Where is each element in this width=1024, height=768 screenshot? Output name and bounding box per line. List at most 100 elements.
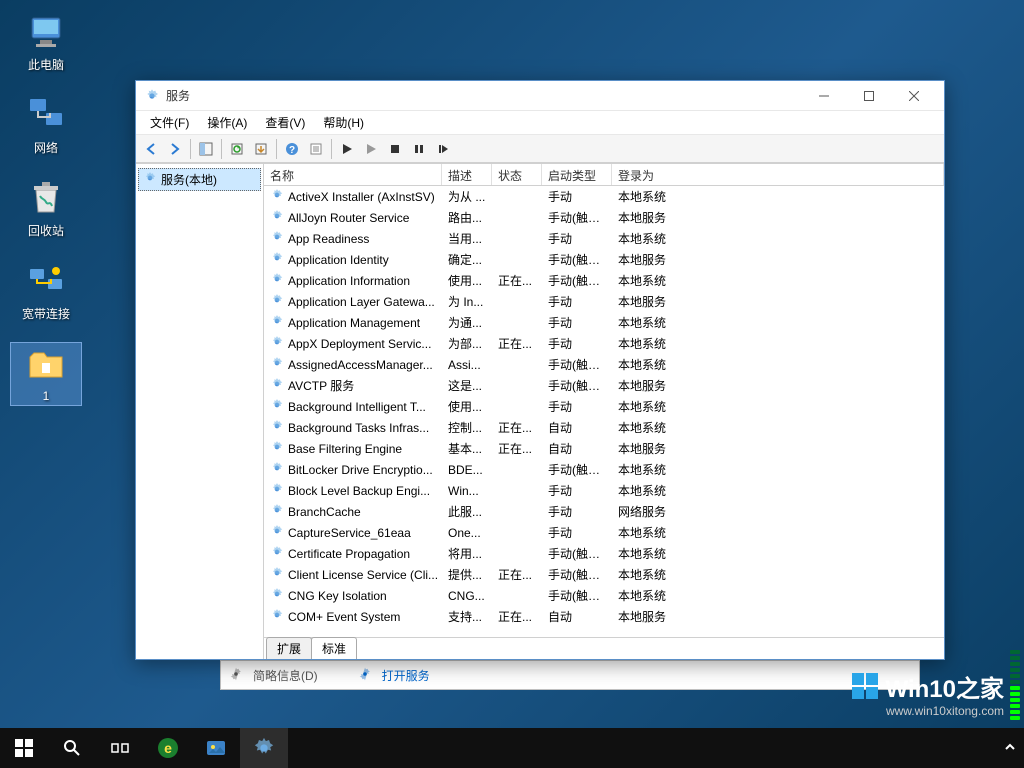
services-window: 服务 文件(F) 操作(A) 查看(V) 帮助(H) ? (135, 80, 945, 660)
stop-button[interactable] (384, 138, 406, 160)
service-description: 为部... (442, 335, 492, 352)
maximize-button[interactable] (846, 82, 891, 110)
taskbar-app-photos[interactable] (192, 728, 240, 768)
service-row[interactable]: AssignedAccessManager...Assi...手动(触发...本… (264, 354, 944, 375)
service-row[interactable]: Base Filtering Engine基本...正在...自动本地服务 (264, 438, 944, 459)
gear-icon (270, 545, 284, 562)
forward-button[interactable] (164, 138, 186, 160)
gear-icon (270, 566, 284, 583)
recycle-bin-icon (26, 178, 66, 218)
tray-chevron-icon[interactable] (1004, 741, 1016, 756)
service-startup-type: 手动 (542, 398, 612, 415)
gear-icon (270, 482, 284, 499)
service-name: Application Layer Gatewa... (288, 295, 435, 309)
service-startup-type: 手动(触发... (542, 461, 612, 478)
service-logon-as: 本地服务 (612, 377, 944, 394)
menu-file[interactable]: 文件(F) (142, 112, 197, 133)
service-row[interactable]: ActiveX Installer (AxInstSV)为从 ...手动本地系统 (264, 186, 944, 207)
service-logon-as: 本地系统 (612, 482, 944, 499)
service-row[interactable]: CaptureService_61eaaOne...手动本地系统 (264, 522, 944, 543)
service-row[interactable]: AVCTP 服务这是...手动(触发...本地服务 (264, 375, 944, 396)
search-button[interactable] (48, 728, 96, 768)
service-row[interactable]: AllJoyn Router Service路由...手动(触发...本地服务 (264, 207, 944, 228)
back-button[interactable] (140, 138, 162, 160)
service-row[interactable]: App Readiness当用...手动本地系统 (264, 228, 944, 249)
service-name: CaptureService_61eaa (288, 526, 411, 540)
service-logon-as: 本地系统 (612, 461, 944, 478)
list-body[interactable]: ActiveX Installer (AxInstSV)为从 ...手动本地系统… (264, 186, 944, 637)
watermark-brand: Win10之家 (886, 669, 1004, 704)
tree-root-services[interactable]: 服务(本地) (138, 168, 261, 191)
minimize-button[interactable] (801, 82, 846, 110)
export-button[interactable] (250, 138, 272, 160)
menu-help[interactable]: 帮助(H) (315, 112, 372, 133)
list-header: 名称 描述 状态 启动类型 登录为 (264, 164, 944, 186)
service-startup-type: 手动 (542, 188, 612, 205)
desktop-icon-network[interactable]: 网络 (10, 93, 82, 158)
service-startup-type: 手动(触发... (542, 377, 612, 394)
service-status: 正在... (492, 608, 542, 625)
taskbar-app-settings[interactable] (240, 728, 288, 768)
service-description: 为从 ... (442, 188, 492, 205)
desktop-icon-broadband[interactable]: 宽带连接 (10, 259, 82, 324)
column-logon-as[interactable]: 登录为 (612, 164, 944, 185)
task-view-button[interactable] (96, 728, 144, 768)
service-startup-type: 手动(触发... (542, 251, 612, 268)
restart-button[interactable] (432, 138, 454, 160)
start-button[interactable] (336, 138, 358, 160)
help-button[interactable]: ? (281, 138, 303, 160)
gear-icon (270, 419, 284, 436)
tab-extended[interactable]: 扩展 (266, 637, 312, 659)
column-name[interactable]: 名称 (264, 164, 442, 185)
service-row[interactable]: Certificate Propagation将用...手动(触发...本地系统 (264, 543, 944, 564)
desktop-icon-this-pc[interactable]: 此电脑 (10, 10, 82, 75)
refresh-button[interactable] (226, 138, 248, 160)
taskbar-app-edge[interactable]: e (144, 728, 192, 768)
column-description[interactable]: 描述 (442, 164, 492, 185)
service-row[interactable]: Client License Service (Cli...提供...正在...… (264, 564, 944, 585)
svg-text:e: e (164, 740, 172, 756)
open-services-link[interactable]: 打开服务 (382, 667, 430, 684)
desktop-icon-folder-1[interactable]: 1 (10, 342, 82, 406)
desktop-icon-recycle-bin[interactable]: 回收站 (10, 176, 82, 241)
service-row[interactable]: Application Identity确定...手动(触发...本地服务 (264, 249, 944, 270)
service-logon-as: 本地系统 (612, 314, 944, 331)
properties-button[interactable] (305, 138, 327, 160)
desktop-icon-label: 宽带连接 (22, 305, 70, 322)
tree-root-label: 服务(本地) (161, 171, 217, 188)
service-name: Background Intelligent T... (288, 400, 426, 414)
tab-standard[interactable]: 标准 (311, 637, 357, 659)
service-row[interactable]: AppX Deployment Servic...为部...正在...手动本地系… (264, 333, 944, 354)
close-button[interactable] (891, 82, 936, 110)
start-button-alt[interactable] (360, 138, 382, 160)
service-name: Base Filtering Engine (288, 442, 402, 456)
window-title: 服务 (166, 87, 801, 104)
service-status: 正在... (492, 335, 542, 352)
start-menu-button[interactable] (0, 728, 48, 768)
menu-view[interactable]: 查看(V) (257, 112, 313, 133)
gear-icon (270, 251, 284, 268)
under-label-1[interactable]: 简略信息(D) (253, 667, 318, 684)
service-row[interactable]: Application Layer Gatewa...为 In...手动本地服务 (264, 291, 944, 312)
gear-icon (270, 230, 284, 247)
windows-logo-icon (852, 673, 880, 701)
service-status: 正在... (492, 419, 542, 436)
menu-action[interactable]: 操作(A) (199, 112, 255, 133)
service-row[interactable]: BranchCache此服...手动网络服务 (264, 501, 944, 522)
view-tabs: 扩展 标准 (264, 637, 944, 659)
service-row[interactable]: Block Level Backup Engi...Win...手动本地系统 (264, 480, 944, 501)
service-row[interactable]: Background Intelligent T...使用...手动本地系统 (264, 396, 944, 417)
column-startup-type[interactable]: 启动类型 (542, 164, 612, 185)
service-row[interactable]: BitLocker Drive Encryptio...BDE...手动(触发.… (264, 459, 944, 480)
show-hide-tree-button[interactable] (195, 138, 217, 160)
service-row[interactable]: CNG Key IsolationCNG...手动(触发...本地系统 (264, 585, 944, 606)
column-status[interactable]: 状态 (492, 164, 542, 185)
service-row[interactable]: COM+ Event System支持...正在...自动本地服务 (264, 606, 944, 627)
service-name: COM+ Event System (288, 610, 400, 624)
service-row[interactable]: Application Information使用...正在...手动(触发..… (264, 270, 944, 291)
service-row[interactable]: Application Management为通...手动本地系统 (264, 312, 944, 333)
pause-button[interactable] (408, 138, 430, 160)
gear-icon (270, 461, 284, 478)
service-row[interactable]: Background Tasks Infras...控制...正在...自动本地… (264, 417, 944, 438)
titlebar[interactable]: 服务 (136, 81, 944, 111)
